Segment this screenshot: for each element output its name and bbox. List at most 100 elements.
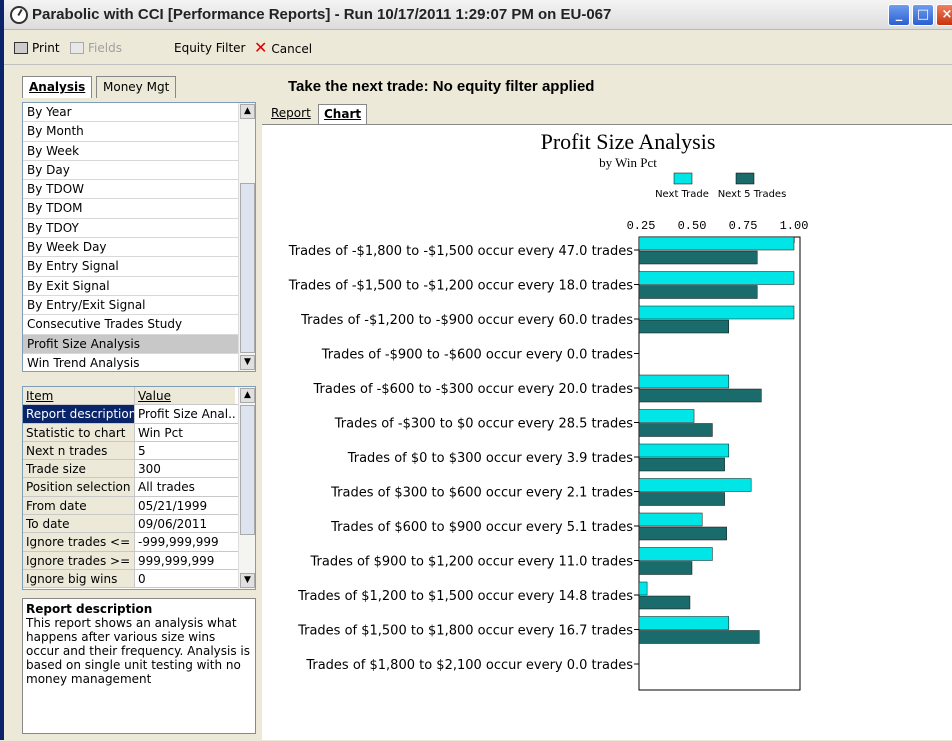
report-list-item[interactable]: By Month — [23, 122, 255, 142]
printer-icon — [14, 42, 28, 54]
report-list-item[interactable]: By Entry/Exit Signal — [23, 296, 255, 316]
tab-report[interactable]: Report — [266, 104, 316, 124]
bar-next-trade — [638, 409, 695, 423]
equity-filter-label: Equity Filter — [174, 41, 246, 55]
report-list-item[interactable]: By Year — [23, 103, 255, 123]
tab-money-mgt[interactable]: Money Mgt — [96, 76, 177, 98]
report-list-item[interactable]: Win Trend Analysis — [23, 354, 255, 371]
maximize-button[interactable]: □ — [912, 4, 934, 26]
property-grid[interactable]: Item Value Report description Profit Size… — [22, 386, 256, 590]
toolbar: Print Fields Equity Filter ✕ Cancel — [4, 31, 952, 65]
grid-row[interactable]: Ignore big wins 0 — [23, 569, 255, 589]
report-list-scrollbar[interactable]: ▲ ▼ — [238, 103, 255, 371]
bar-next-5-trades — [638, 250, 758, 265]
grid-row[interactable]: Position selection All trades — [23, 478, 255, 497]
report-list-item[interactable]: By Day — [23, 161, 255, 181]
bar-next-5-trades — [638, 388, 762, 403]
bar-next-trade — [638, 581, 648, 596]
report-list-item[interactable]: Consecutive Trades Study — [23, 315, 255, 335]
bar-next-trade — [638, 443, 729, 458]
report-list-item[interactable]: By TDOY — [23, 219, 255, 239]
report-list-item[interactable]: By Week Day — [23, 238, 255, 258]
equity-filter-button[interactable]: Equity Filter — [174, 39, 245, 57]
cancel-label: Cancel — [271, 42, 313, 56]
grid-value[interactable]: 09/06/2011 — [135, 515, 235, 532]
grid-value[interactable]: 5 — [135, 442, 235, 459]
grid-header: Item Value — [23, 387, 255, 406]
x-tick-label: 0.25 — [627, 219, 656, 233]
category-label: Trades of $900 to $1,200 occur every 11.… — [309, 555, 633, 570]
grid-item: Trade size — [23, 460, 135, 478]
report-list-item[interactable]: By Week — [23, 142, 255, 161]
grid-row[interactable]: To date 09/06/2011 — [23, 515, 255, 534]
fields-label: Fields — [88, 41, 122, 55]
x-tick-label: 0.75 — [729, 219, 758, 233]
legend-swatch-next-5-trades — [735, 172, 755, 185]
tab-chart[interactable]: Chart — [318, 104, 368, 124]
grid-value[interactable]: Profit Size Anal... — [135, 405, 235, 422]
scroll-up-arrow-icon[interactable]: ▲ — [240, 388, 255, 403]
category-label: Trades of -$300 to $0 occur every 28.5 t… — [334, 417, 633, 432]
report-list-item[interactable]: Profit Size Analysis — [23, 334, 255, 354]
grid-item: Report description — [23, 405, 135, 423]
category-label: Trades of $0 to $300 occur every 3.9 tra… — [347, 451, 634, 466]
category-label: Trades of -$1,500 to -$1,200 occur every… — [288, 279, 634, 294]
grid-value[interactable]: 05/21/1999 — [135, 497, 235, 514]
report-list-item[interactable]: By TDOM — [23, 199, 255, 219]
bar-next-5-trades — [638, 423, 713, 437]
grid-value[interactable]: -999,999,999 — [135, 533, 235, 550]
bar-next-5-trades — [638, 319, 729, 334]
report-list-item[interactable]: By Exit Signal — [23, 277, 255, 296]
scroll-thumb[interactable] — [240, 405, 255, 535]
description-panel: Report description This report shows an … — [22, 598, 256, 734]
x-tick-label: 1.00 — [780, 219, 809, 233]
minimize-button[interactable]: _ — [888, 4, 910, 26]
tab-analysis[interactable]: Analysis — [22, 76, 93, 98]
scroll-up-arrow-icon[interactable]: ▲ — [240, 104, 255, 119]
grid-row[interactable]: From date 05/21/1999 — [23, 496, 255, 516]
legend-swatch-next-trade — [673, 172, 693, 185]
grid-row[interactable]: Trade size 300 — [23, 460, 255, 479]
bar-next-5-trades — [638, 595, 691, 610]
description-text: This report shows an analysis what happe… — [26, 616, 251, 686]
grid-value[interactable]: 0 — [135, 570, 235, 587]
category-label: Trades of $1,800 to $2,100 occur every 0… — [305, 658, 633, 673]
category-label: Trades of -$900 to -$600 occur every 0.0… — [321, 348, 633, 363]
bar-next-5-trades — [638, 285, 758, 299]
report-heading: Take the next trade: No equity filter ap… — [288, 78, 595, 95]
grid-scrollbar[interactable]: ▲ ▼ — [238, 387, 255, 589]
cancel-button[interactable]: ✕ Cancel — [254, 39, 312, 57]
grid-header-value: Value — [135, 387, 235, 405]
scroll-down-arrow-icon[interactable]: ▼ — [240, 573, 255, 588]
report-list-item[interactable]: By TDOW — [23, 180, 255, 200]
grid-row[interactable]: Report description Profit Size Anal... — [23, 405, 255, 424]
grid-header-item: Item — [23, 387, 135, 405]
close-button[interactable]: × — [936, 4, 952, 26]
title-bar[interactable]: Parabolic with CCI [Performance Reports]… — [4, 0, 952, 30]
scroll-thumb[interactable] — [240, 183, 255, 353]
bar-next-5-trades — [638, 457, 725, 472]
print-button[interactable]: Print — [14, 39, 60, 57]
bar-next-trade — [638, 478, 752, 492]
report-list-item[interactable]: By Entry Signal — [23, 257, 255, 277]
grid-value[interactable]: 300 — [135, 460, 235, 477]
grid-row[interactable]: Ignore trades <= -999,999,999 — [23, 533, 255, 552]
chart-panel: Profit Size Analysis by Win Pct 0.25 0.50… — [262, 124, 952, 740]
x-tick-label: 0.50 — [678, 219, 707, 233]
fields-button[interactable]: Fields — [70, 39, 122, 57]
report-list[interactable]: By Year By Month By Week By Day By TDOW By TD… — [22, 102, 256, 372]
grid-value[interactable]: 999,999,999 — [135, 552, 235, 569]
scroll-down-arrow-icon[interactable]: ▼ — [240, 355, 255, 370]
app-window: Parabolic with CCI [Performance Reports]… — [0, 0, 952, 740]
grid-item: Next n trades — [23, 441, 135, 460]
grid-value[interactable]: Win Pct — [135, 424, 235, 441]
print-label: Print — [32, 41, 60, 55]
grid-row[interactable]: Next n trades 5 — [23, 441, 255, 461]
grid-row[interactable]: Ignore trades >= 999,999,999 — [23, 551, 255, 570]
bar-next-trade — [638, 374, 729, 389]
legend-label-next-trade: Next Trade — [655, 189, 709, 200]
grid-value[interactable]: All trades — [135, 478, 235, 495]
grid-item: Ignore trades >= — [23, 551, 135, 569]
grid-row[interactable]: Statistic to chart Win Pct — [23, 423, 255, 442]
bar-next-trade — [638, 616, 729, 630]
